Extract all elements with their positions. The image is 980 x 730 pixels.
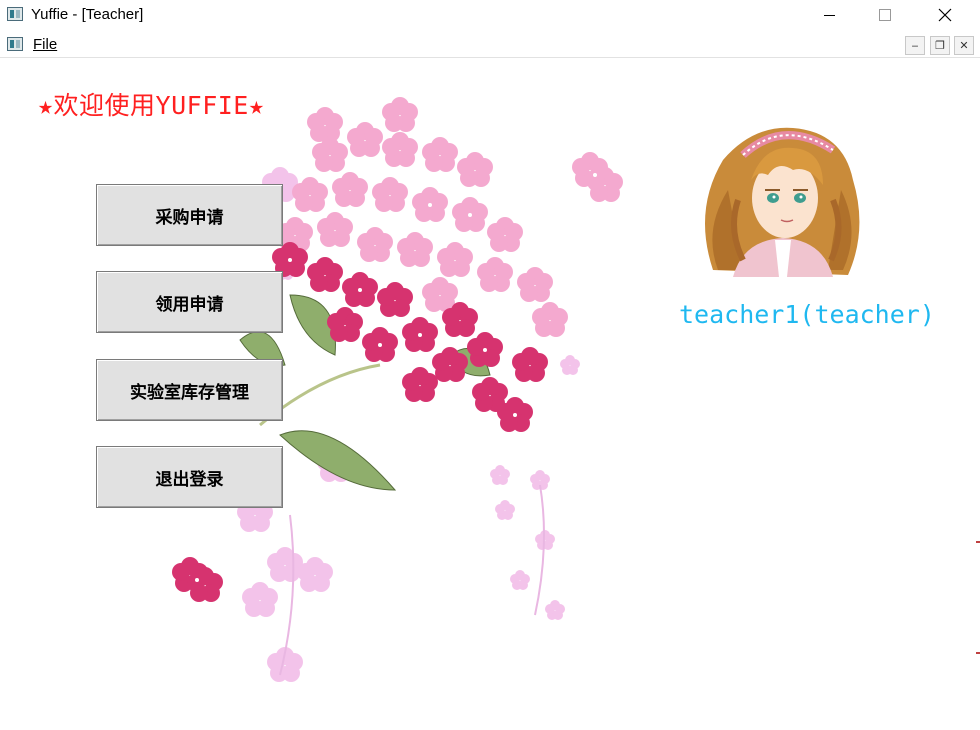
- current-user-label: teacher1(teacher): [679, 300, 935, 329]
- title-bar: Yuffie - [Teacher]: [0, 0, 980, 31]
- close-button[interactable]: [922, 0, 968, 30]
- maximize-icon: [879, 9, 891, 21]
- logout-button[interactable]: 退出登录: [96, 446, 283, 508]
- minimize-icon: [823, 14, 835, 16]
- window-title: Yuffie - [Teacher]: [31, 6, 144, 23]
- edge-mark: [976, 652, 980, 654]
- child-close-button[interactable]: ✕: [954, 36, 974, 55]
- child-minimize-button[interactable]: ‒: [905, 36, 925, 55]
- teacher-avatar-image: [683, 120, 879, 277]
- child-window-icon[interactable]: [7, 37, 23, 51]
- child-restore-icon: ❐: [935, 39, 945, 52]
- app-icon[interactable]: [7, 7, 23, 21]
- purchase-request-button[interactable]: 采购申请: [96, 184, 283, 246]
- menu-bar: File ‒ ❐ ✕: [0, 31, 980, 58]
- child-close-icon: ✕: [959, 39, 969, 52]
- maximize-button[interactable]: [862, 0, 908, 30]
- minimize-button[interactable]: [806, 0, 852, 30]
- menu-file[interactable]: File: [33, 36, 57, 53]
- child-restore-button[interactable]: ❐: [930, 36, 950, 55]
- lab-inventory-management-button[interactable]: 实验室库存管理: [96, 359, 283, 421]
- child-minimize-icon: ‒: [911, 39, 919, 52]
- requisition-request-button[interactable]: 领用申请: [96, 271, 283, 333]
- close-icon: [938, 8, 952, 22]
- edge-mark: [976, 541, 980, 543]
